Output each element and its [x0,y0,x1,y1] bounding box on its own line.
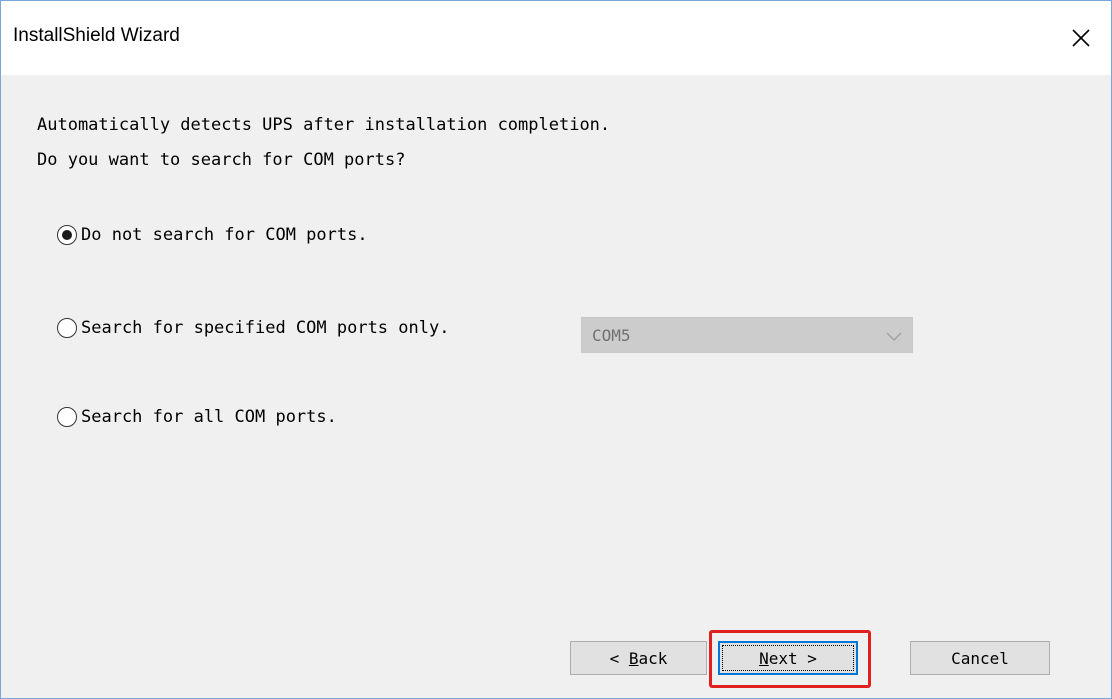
chevron-down-icon [886,332,902,341]
message-line-1: Automatically detects UPS after installa… [37,115,611,135]
wizard-content: Automatically detects UPS after installa… [1,75,1111,698]
message-line-2: Do you want to search for COM ports? [37,150,406,170]
radio-button-selected[interactable] [57,225,77,245]
close-button[interactable] [1051,1,1111,75]
next-button[interactable]: Next > [718,641,858,675]
radio-option-specified-ports[interactable]: Search for specified COM ports only. [57,314,449,342]
back-button-mnemonic: B [628,648,639,668]
next-button-focus-rect: Next > [722,645,854,671]
radio-button[interactable] [57,407,77,427]
next-button-mnemonic: N [759,648,769,668]
title-bar: InstallShield Wizard [1,1,1111,75]
radio-dot [62,230,72,240]
radio-label-no-search: Do not search for COM ports. [81,225,368,245]
radio-option-all-ports[interactable]: Search for all COM ports. [57,403,337,431]
radio-label-specified-ports: Search for specified COM ports only. [81,318,450,338]
radio-option-no-search[interactable]: Do not search for COM ports. [57,221,368,249]
radio-button[interactable] [57,318,77,338]
installshield-wizard-window: InstallShield Wizard Automatically detec… [0,0,1112,699]
back-button[interactable]: < Back [570,641,707,675]
next-button-label: ext > [768,648,817,668]
cancel-button-label: Cancel [951,648,1009,668]
window-title: InstallShield Wizard [13,25,180,46]
com-port-select-value: COM5 [592,326,631,345]
radio-label-all-ports: Search for all COM ports. [81,407,337,427]
close-icon [1072,29,1090,47]
com-port-select[interactable]: COM5 [581,317,913,353]
cancel-button[interactable]: Cancel [910,641,1050,675]
back-button-label: ack [638,648,668,668]
back-button-prefix: < [609,648,629,668]
